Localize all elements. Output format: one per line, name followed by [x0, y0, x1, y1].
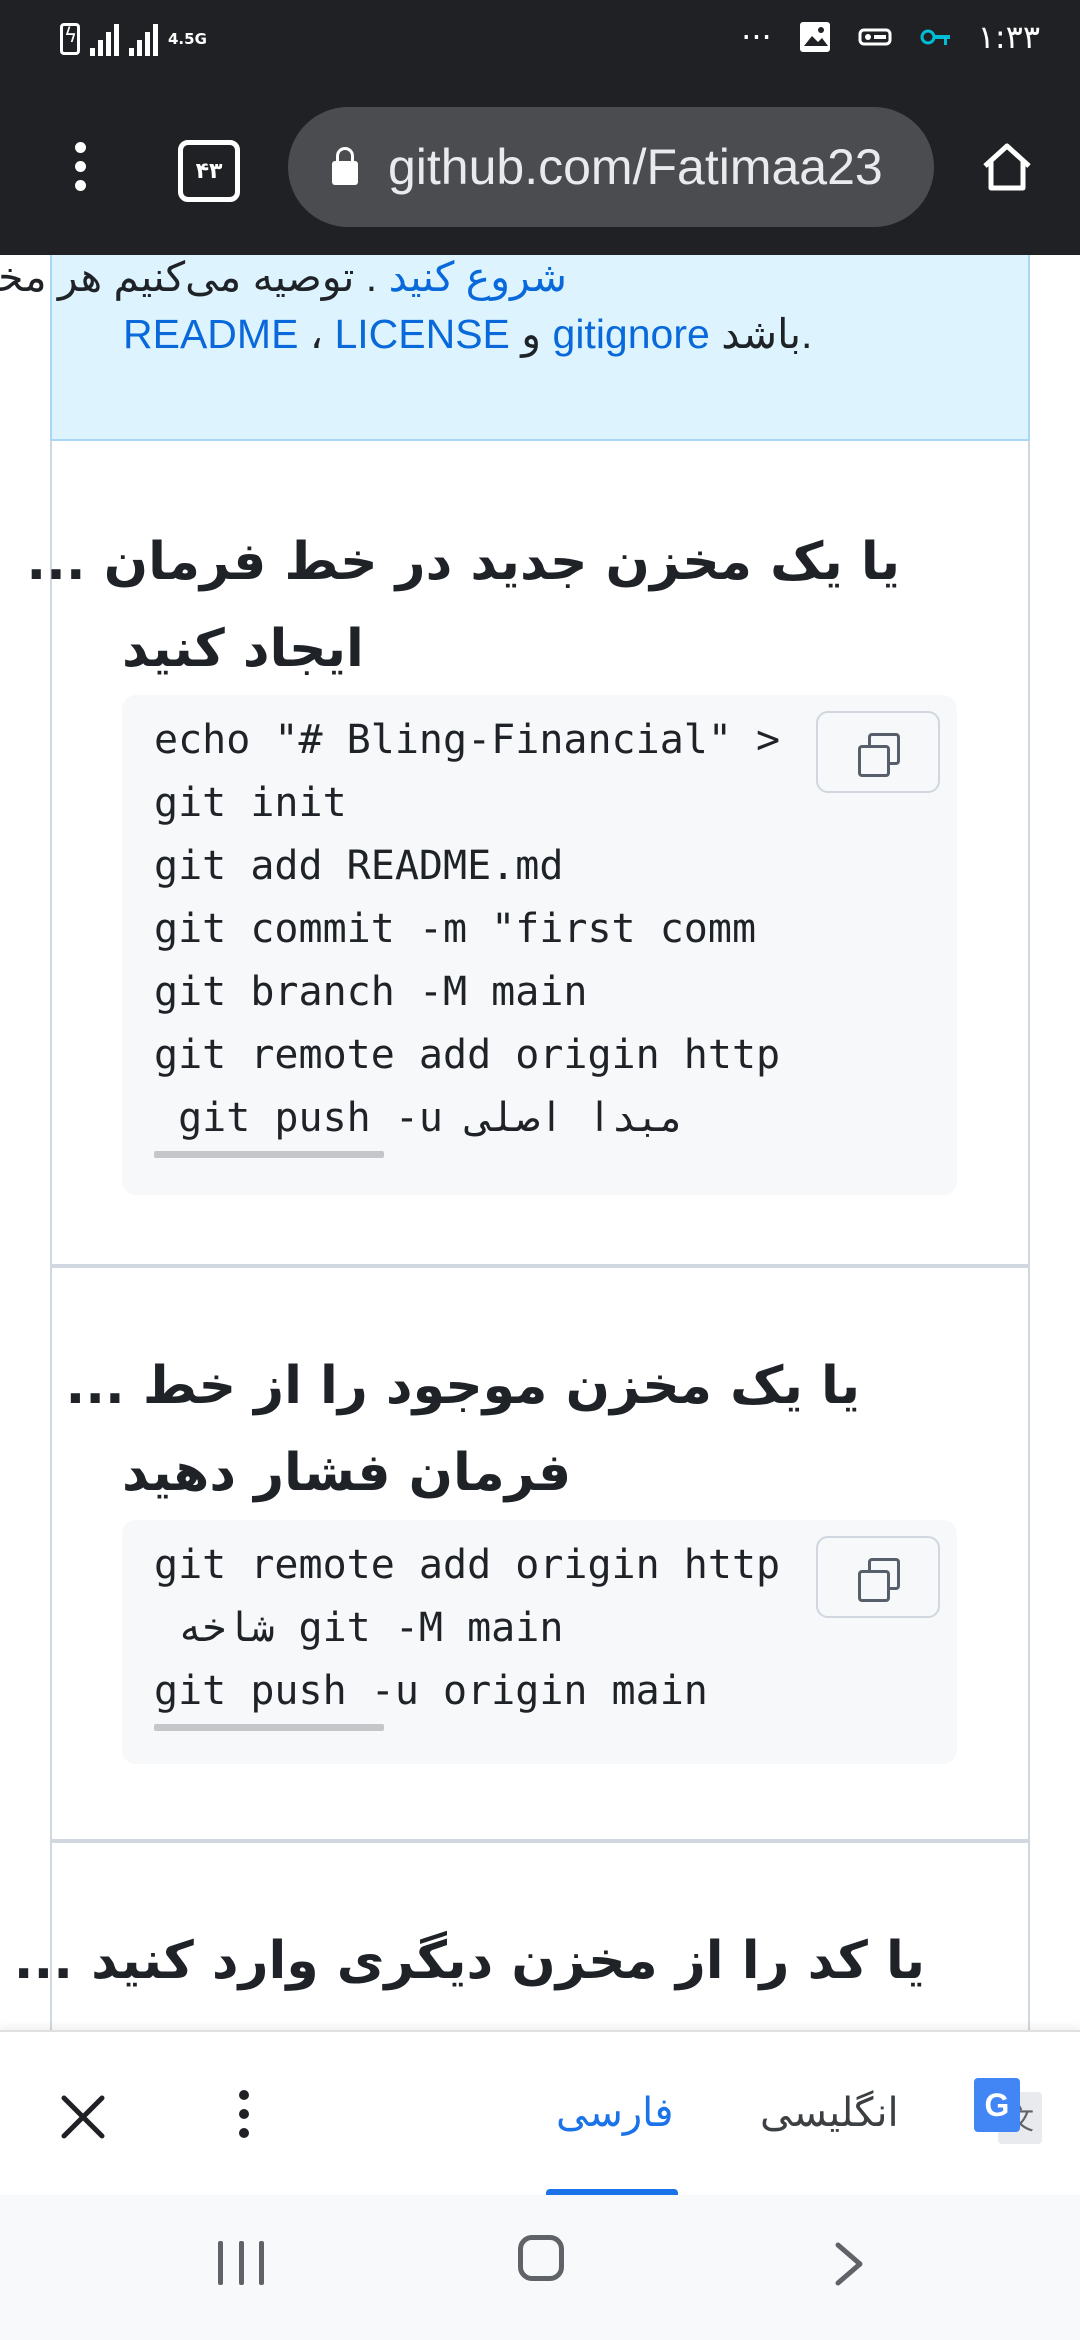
browser-toolbar: ۴۳ github.com/Fatimaa23: [0, 90, 1080, 255]
code-line: شاخه git -M main: [154, 1605, 564, 1651]
signal-icon: [90, 22, 119, 56]
code-line: git branch -M main: [154, 969, 588, 1015]
translate-bar: فارسی انگلیسی 文 G: [0, 2030, 1080, 2197]
signal-icon: [129, 22, 158, 56]
banner-line-1: شروع کنید . توصیه می‌کنیم هر مخزن شامل: [0, 255, 567, 300]
code-line: git add README.md: [154, 843, 564, 889]
translation-underline: [154, 1151, 384, 1158]
back-icon[interactable]: [830, 2241, 870, 2287]
home-icon[interactable]: [980, 140, 1034, 194]
tab-source-language[interactable]: انگلیسی: [760, 2090, 899, 2136]
key-icon: [920, 29, 950, 45]
clock: ۱:۳۳: [977, 18, 1040, 56]
address-bar[interactable]: github.com/Fatimaa23: [288, 107, 934, 227]
push-repo-heading-line2: فرمان فشار دهید: [122, 1443, 572, 1503]
code-line: echo "# Bling-Financial" >: [154, 717, 781, 763]
push-repo-code-block: git remote add origin http شاخه git -M m…: [122, 1520, 957, 1764]
create-repo-heading-line1: یا یک مخزن جدید در خط فرمان ...: [26, 532, 900, 592]
system-nav-bar: [0, 2195, 1080, 2340]
code-line: git remote add origin http: [154, 1032, 781, 1078]
status-right: ··· ۱:۳۳: [741, 18, 1040, 56]
tabs-button[interactable]: ۴۳: [178, 140, 240, 202]
translation-underline: [154, 1724, 384, 1731]
readme-link[interactable]: README: [123, 311, 298, 357]
create-repo-code-block: echo "# Bling-Financial" > git init git …: [122, 695, 957, 1195]
create-repo-heading-line2: ایجاد کنید: [122, 619, 364, 679]
translate-menu-icon[interactable]: [232, 2090, 256, 2150]
google-translate-icon: 文 G: [974, 2078, 1042, 2146]
network-type-label: 4.5G: [168, 30, 207, 48]
status-left: 4.5G: [60, 22, 207, 56]
get-started-link[interactable]: شروع کنید: [389, 255, 567, 300]
home-button-icon[interactable]: [518, 2235, 564, 2281]
code-line: git push -u مبدا اصلی: [154, 1095, 684, 1141]
tab-target-language[interactable]: فارسی: [556, 2090, 673, 2136]
push-repo-heading-line1: یا یک مخزن موجود را از خط ...: [65, 1356, 860, 1416]
banner-line-2: README ، LICENSE و gitignore باشد.: [123, 311, 813, 357]
license-link[interactable]: LICENSE: [334, 311, 509, 357]
copy-button[interactable]: [816, 1536, 940, 1618]
import-repo-heading: یا کد را از مخزن دیگری وارد کنید ...: [13, 1931, 925, 1991]
gitignore-link[interactable]: gitignore: [553, 311, 710, 357]
lock-icon[interactable]: [332, 147, 358, 185]
code-line: git init: [154, 780, 347, 826]
url-text[interactable]: github.com/Fatimaa23: [388, 138, 883, 196]
image-icon: [799, 22, 830, 52]
menu-kebab-icon[interactable]: [60, 142, 100, 202]
close-icon[interactable]: [58, 2092, 108, 2142]
recent-apps-icon[interactable]: [218, 2241, 264, 2285]
more-dots-icon: ···: [741, 18, 772, 56]
copy-button[interactable]: [816, 711, 940, 793]
status-bar: 4.5G ··· ۱:۳۳: [0, 0, 1080, 90]
battery-charging-icon: [60, 23, 80, 55]
code-line: git commit -m "first comm: [154, 906, 757, 952]
page-content: شروع کنید . توصیه می‌کنیم هر مخزن شامل R…: [0, 255, 1080, 2030]
vpn-key-icon: [858, 28, 892, 46]
code-line: git remote add origin http: [154, 1542, 781, 1588]
code-line: git push -u origin main: [154, 1668, 708, 1714]
